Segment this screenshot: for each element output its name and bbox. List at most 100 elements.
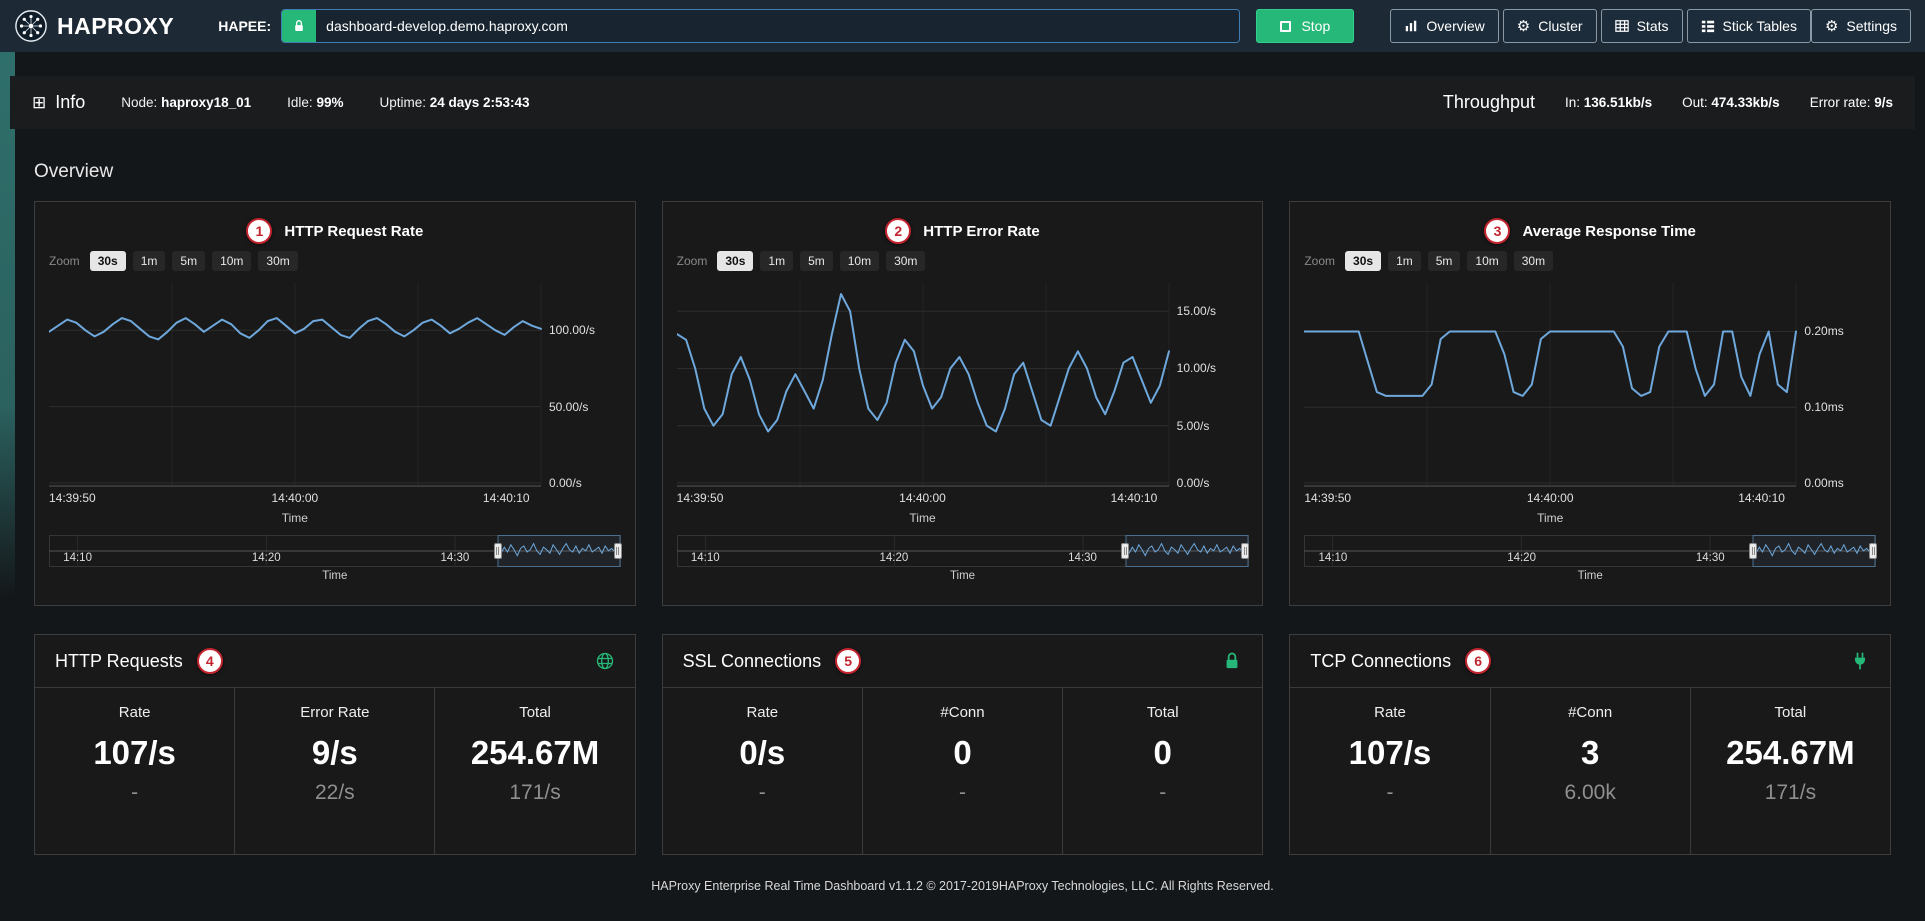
x-tick: 14:40:10 (1111, 491, 1158, 505)
x-axis-labels: 14:39:50 14:40:00 14:40:10 (1304, 491, 1796, 507)
globe-icon (595, 651, 615, 671)
stop-button-label: Stop (1301, 18, 1330, 34)
navigator-handle-left[interactable] (1121, 543, 1129, 559)
zoom-button-30m[interactable]: 30m (886, 251, 925, 271)
main-content: Overview 1 HTTP Request Rate Zoom 30s 1m… (0, 161, 1925, 893)
stat-col-header: Total (435, 704, 634, 721)
y-axis-label: 15.00/s (1177, 304, 1216, 318)
idle-info: Idle: 99% (287, 95, 343, 110)
stat-panel-ssl-connections: SSL Connections 5 Rate 0/s - #Conn (662, 634, 1264, 855)
y-axis-label: 0.00/s (549, 476, 582, 490)
chart-navigator[interactable]: 14:10 14:20 14:30 (1304, 535, 1876, 567)
plot-area[interactable]: 15.00/s 10.00/s 5.00/s 0.00/s (677, 282, 1249, 487)
chart-panel-http-error-rate: 2 HTTP Error Rate Zoom 30s 1m 5m 10m 30m… (662, 201, 1264, 606)
plot-area[interactable]: 0.20ms0.10ms0.00ms (1304, 282, 1876, 487)
zoom-button-30s[interactable]: 30s (1345, 251, 1381, 271)
stat-subvalue: - (35, 781, 234, 805)
navigator-handle-left[interactable] (1749, 543, 1757, 559)
step-badge-6: 6 (1465, 648, 1491, 674)
zoom-button-1m[interactable]: 1m (133, 251, 166, 271)
chart-panel-http-request-rate: 1 HTTP Request Rate Zoom 30s 1m 5m 10m 3… (34, 201, 636, 606)
stat-col-error-rate: Error Rate 9/s 22/s (234, 688, 434, 854)
zoom-button-1m[interactable]: 1m (760, 251, 793, 271)
nav-button-cluster[interactable]: ⚙ Cluster (1503, 9, 1597, 43)
stat-col-rate: Rate 107/s - (35, 688, 234, 854)
navigator-handle-right[interactable] (614, 543, 622, 559)
nav-label-overview: Overview (1426, 18, 1484, 34)
nav-button-stats[interactable]: Stats (1601, 9, 1683, 43)
header-nav: Overview ⚙ Cluster Stats Stick Tables (1390, 9, 1811, 43)
zoom-button-30s[interactable]: 30s (90, 251, 126, 271)
nav-button-stick-tables[interactable]: Stick Tables (1687, 9, 1811, 43)
zoom-button-10m[interactable]: 10m (1467, 251, 1506, 271)
stat-panel-http-requests: HTTP Requests 4 Rate 107/s - Error Rate (34, 634, 636, 855)
stat-col-total: Total 0 - (1062, 688, 1262, 854)
navigator-handle-left[interactable] (494, 543, 502, 559)
zoom-label: Zoom (49, 254, 80, 268)
table-icon (1615, 19, 1629, 33)
throughput-in: In: 136.51kb/s (1565, 95, 1652, 110)
stat-col-total: Total 254.67M 171/s (434, 688, 634, 854)
zoom-button-5m[interactable]: 5m (800, 251, 833, 271)
y-axis-label: 10.00/s (1177, 361, 1216, 375)
zoom-button-5m[interactable]: 5m (1428, 251, 1461, 271)
stat-subvalue: 22/s (235, 781, 434, 805)
error-rate-value: 9/s (1874, 95, 1893, 110)
stat-col-header: Total (1691, 704, 1890, 721)
zoom-button-30s[interactable]: 30s (717, 251, 753, 271)
y-axis-label: 0.10ms (1804, 400, 1843, 414)
y-axis-label: 0.00/s (1177, 476, 1210, 490)
navigator-handle-right[interactable] (1869, 543, 1877, 559)
idle-label: Idle: (287, 95, 313, 110)
nav-tick: 14:30 (1068, 552, 1097, 564)
stat-value: 254.67M (435, 734, 634, 772)
stat-col-header: Total (1063, 704, 1262, 721)
y-axis-label: 5.00/s (1177, 419, 1210, 433)
top-header-bar: HAPROXY HAPEE: Stop Overview ⚙ Cluster (0, 0, 1925, 52)
x-tick: 14:40:00 (1527, 491, 1574, 505)
zoom-button-30m[interactable]: 30m (1514, 251, 1553, 271)
info-bar: ⊞ Info Node: haproxy18_01 Idle: 99% Upti… (10, 76, 1915, 129)
stat-subvalue: - (1063, 781, 1262, 805)
step-badge-1: 1 (246, 218, 272, 244)
step-badge-2: 2 (885, 218, 911, 244)
haproxy-logo: HAPROXY (14, 9, 174, 43)
zoom-button-5m[interactable]: 5m (172, 251, 205, 271)
chart-title: HTTP Request Rate (284, 223, 423, 240)
zoom-button-10m[interactable]: 10m (212, 251, 251, 271)
x-axis-labels: 14:39:50 14:40:00 14:40:10 (677, 491, 1169, 507)
stat-panel-title: HTTP Requests (55, 651, 183, 672)
nav-tick: 14:20 (1507, 552, 1536, 564)
stat-col-conn: #Conn 0 - (862, 688, 1062, 854)
plot-area[interactable]: 100.00/s50.00/s0.00/s (49, 282, 621, 487)
stat-panel-tcp-connections: TCP Connections 6 Rate 107/s - # (1289, 634, 1891, 855)
x-axis-title: Time (677, 511, 1169, 525)
nav-button-overview[interactable]: Overview (1390, 9, 1498, 43)
zoom-button-1m[interactable]: 1m (1388, 251, 1421, 271)
stat-col-header: Rate (1290, 704, 1489, 721)
zoom-button-10m[interactable]: 10m (840, 251, 879, 271)
settings-button[interactable]: ⚙ Settings (1811, 9, 1911, 43)
navigator-handle-right[interactable] (1241, 543, 1249, 559)
zoom-button-30m[interactable]: 30m (258, 251, 297, 271)
in-value: 136.51kb/s (1584, 95, 1652, 110)
stat-col-header: Rate (35, 704, 234, 721)
chart-panel-average-response-time: 3 Average Response Time Zoom 30s 1m 5m 1… (1289, 201, 1891, 606)
info-title-label: Info (55, 92, 85, 113)
url-input[interactable] (316, 10, 1239, 42)
chart-navigator[interactable]: 14:10 14:20 14:30 (49, 535, 621, 567)
stat-subvalue: - (663, 781, 862, 805)
nav-tick: 14:30 (1696, 552, 1725, 564)
stat-subvalue: - (863, 781, 1062, 805)
stop-button[interactable]: Stop (1256, 9, 1354, 43)
throughput-error-rate: Error rate: 9/s (1810, 95, 1893, 110)
error-rate-label: Error rate: (1810, 95, 1871, 110)
chart-navigator[interactable]: 14:10 14:20 14:30 (677, 535, 1249, 567)
nav-label-stick-tables: Stick Tables (1723, 18, 1797, 34)
url-bar (281, 9, 1240, 43)
chart-title: HTTP Error Rate (923, 223, 1039, 240)
stat-subvalue: 6.00k (1491, 781, 1690, 805)
info-section-toggle[interactable]: ⊞ Info (32, 92, 85, 113)
uptime-info: Uptime: 24 days 2:53:43 (379, 95, 529, 110)
chart-title: Average Response Time (1522, 223, 1695, 240)
